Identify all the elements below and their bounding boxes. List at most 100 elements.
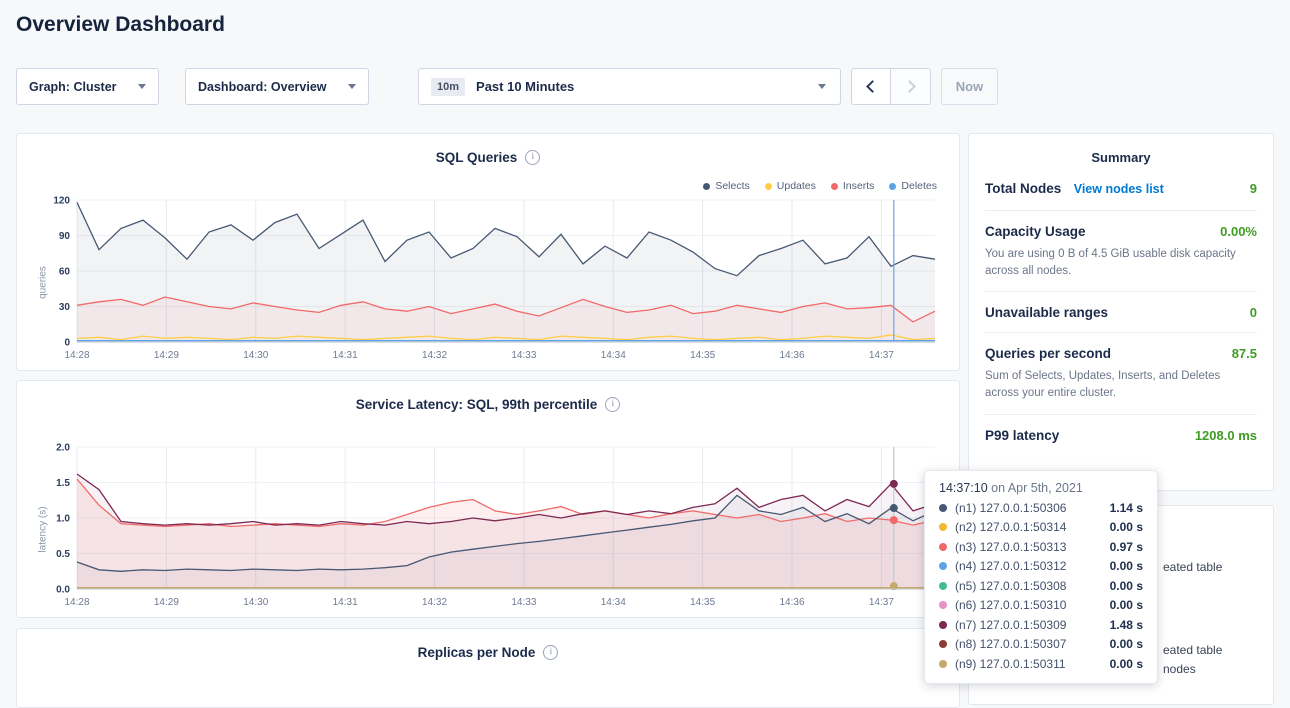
svg-text:14:28: 14:28 (64, 350, 89, 361)
svg-text:14:28: 14:28 (64, 597, 89, 608)
tooltip-node-row: (n1) 127.0.0.1:503061.14 s (939, 501, 1143, 515)
tooltip-time: 14:37:10 (939, 481, 988, 495)
node-color-dot-icon (939, 601, 947, 609)
tooltip-node-row: (n8) 127.0.0.1:503070.00 s (939, 637, 1143, 651)
svg-text:14:37: 14:37 (869, 597, 894, 608)
legend-dot-icon (765, 183, 772, 190)
info-icon[interactable]: i (525, 150, 540, 165)
total-nodes-label: Total Nodes (985, 181, 1061, 196)
qps-desc: Sum of Selects, Updates, Inserts, and De… (985, 368, 1257, 401)
summary-panel: Summary Total Nodes View nodes list 9 Ca… (968, 133, 1274, 491)
sql-queries-title: SQL Queries (436, 150, 518, 165)
svg-text:14:29: 14:29 (154, 597, 179, 608)
svg-text:14:35: 14:35 (690, 597, 715, 608)
tooltip-header: 14:37:10 on Apr 5th, 2021 (939, 481, 1143, 495)
event-text-fragment: eated table (1163, 643, 1222, 657)
legend-item-inserts[interactable]: Inserts (831, 180, 875, 192)
summary-row-qps: Queries per second 87.5 Sum of Selects, … (985, 332, 1257, 413)
graph-select-dropdown[interactable]: Graph: Cluster (16, 68, 159, 105)
chevron-down-icon (348, 84, 356, 89)
unavailable-ranges-value: 0 (1250, 305, 1257, 320)
node-color-dot-icon (939, 621, 947, 629)
summary-row-total-nodes: Total Nodes View nodes list 9 (985, 167, 1257, 210)
svg-text:14:34: 14:34 (601, 350, 626, 361)
time-range-label: Past 10 Minutes (476, 79, 574, 94)
node-address: (n4) 127.0.0.1:50312 (955, 559, 1110, 573)
tooltip-node-row: (n5) 127.0.0.1:503080.00 s (939, 579, 1143, 593)
svg-text:14:31: 14:31 (333, 597, 358, 608)
replicas-per-node-title: Replicas per Node (418, 645, 536, 660)
tooltip-node-row: (n4) 127.0.0.1:503120.00 s (939, 559, 1143, 573)
event-text-fragment: eated table (1163, 560, 1222, 574)
sql-queries-plot[interactable]: queries 14:28 14:29 14:30 14:31 14:32 14:33 14… (31, 192, 949, 362)
node-address: (n3) 127.0.0.1:50313 (955, 540, 1110, 554)
svg-text:14:35: 14:35 (690, 350, 715, 361)
dashboard-select-dropdown[interactable]: Dashboard: Overview (185, 68, 369, 105)
svg-text:14:29: 14:29 (154, 350, 179, 361)
sql-queries-legend: Selects Updates Inserts Deletes (703, 180, 937, 192)
svg-text:14:31: 14:31 (333, 350, 358, 361)
node-address: (n8) 127.0.0.1:50307 (955, 637, 1110, 651)
info-icon[interactable]: i (605, 397, 620, 412)
node-color-dot-icon (939, 523, 947, 531)
node-address: (n5) 127.0.0.1:50308 (955, 579, 1110, 593)
node-latency-value: 0.97 s (1110, 540, 1143, 554)
graph-select-label: Graph: Cluster (29, 80, 117, 94)
node-latency-value: 0.00 s (1110, 579, 1143, 593)
node-address: (n6) 127.0.0.1:50310 (955, 598, 1110, 612)
node-address: (n1) 127.0.0.1:50306 (955, 501, 1110, 515)
node-color-dot-icon (939, 562, 947, 570)
node-address: (n2) 127.0.0.1:50314 (955, 520, 1110, 534)
info-icon[interactable]: i (543, 645, 558, 660)
p99-latency-label: P99 latency (985, 428, 1059, 443)
legend-dot-icon (889, 183, 896, 190)
summary-row-p99: P99 latency 1208.0 ms (985, 414, 1257, 455)
y-axis-label: latency (s) (38, 500, 49, 560)
service-latency-card: Service Latency: SQL, 99th percentile i … (16, 380, 960, 618)
now-button[interactable]: Now (941, 68, 998, 105)
prev-time-button[interactable] (851, 68, 891, 105)
time-nav-group (851, 68, 931, 105)
view-nodes-list-link[interactable]: View nodes list (1074, 182, 1164, 196)
tooltip-node-row: (n6) 127.0.0.1:503100.00 s (939, 598, 1143, 612)
legend-item-deletes[interactable]: Deletes (889, 180, 937, 192)
summary-title: Summary (985, 150, 1257, 165)
node-color-dot-icon (939, 543, 947, 551)
replicas-per-node-card: Replicas per Node i (16, 628, 960, 708)
svg-text:30: 30 (59, 302, 71, 313)
qps-label: Queries per second (985, 346, 1111, 361)
svg-text:14:36: 14:36 (779, 350, 804, 361)
svg-text:1.0: 1.0 (56, 514, 70, 525)
time-range-badge: 10m (431, 78, 465, 96)
svg-text:14:34: 14:34 (601, 597, 626, 608)
next-time-button[interactable] (891, 68, 931, 105)
time-range-picker[interactable]: 10m Past 10 Minutes (418, 68, 841, 105)
unavailable-ranges-label: Unavailable ranges (985, 305, 1108, 320)
legend-item-selects[interactable]: Selects (703, 180, 749, 192)
legend-item-updates[interactable]: Updates (765, 180, 816, 192)
node-latency-value: 0.00 s (1110, 520, 1143, 534)
node-latency-value: 0.00 s (1110, 657, 1143, 671)
chevron-right-icon (903, 80, 916, 93)
y-axis-label: queries (38, 253, 49, 313)
svg-text:120: 120 (53, 196, 70, 207)
total-nodes-value: 9 (1250, 181, 1257, 196)
svg-text:14:30: 14:30 (243, 350, 268, 361)
service-latency-plot[interactable]: latency (s) 14:2814:2914:3014:3114:3214:… (31, 439, 949, 609)
svg-text:0.0: 0.0 (56, 585, 70, 596)
node-latency-value: 0.00 s (1110, 559, 1143, 573)
capacity-label: Capacity Usage (985, 224, 1086, 239)
summary-row-capacity: Capacity Usage 0.00% You are using 0 B o… (985, 210, 1257, 291)
qps-value: 87.5 (1232, 346, 1257, 361)
node-latency-value: 1.48 s (1110, 618, 1143, 632)
tooltip-date: on Apr 5th, 2021 (988, 481, 1083, 495)
svg-text:0: 0 (64, 338, 70, 349)
chevron-down-icon (138, 84, 146, 89)
event-text-fragment: nodes (1163, 662, 1196, 676)
capacity-value: 0.00% (1220, 224, 1257, 239)
svg-text:0.5: 0.5 (56, 549, 70, 560)
svg-text:14:32: 14:32 (422, 350, 447, 361)
node-latency-value: 1.14 s (1110, 501, 1143, 515)
svg-text:14:33: 14:33 (511, 350, 536, 361)
legend-dot-icon (703, 183, 710, 190)
